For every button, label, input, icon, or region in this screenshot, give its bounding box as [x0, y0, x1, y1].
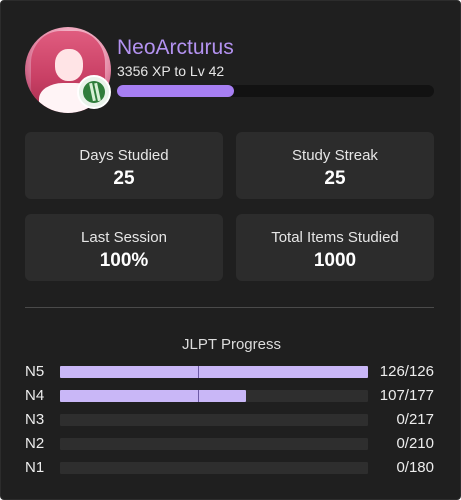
- stat-value: 100%: [99, 250, 149, 271]
- stat-label: Total Items Studied: [271, 229, 399, 246]
- jlpt-count: 126/126: [379, 363, 434, 380]
- stat-label: Study Streak: [292, 147, 378, 164]
- jlpt-progress-track: [60, 366, 368, 378]
- jlpt-count: 0/217: [396, 411, 434, 428]
- jlpt-row-n4: N4 107/177: [25, 387, 434, 405]
- jlpt-progress-tick: [198, 366, 199, 378]
- stat-value: 25: [324, 168, 346, 189]
- stat-last-session: Last Session 100%: [25, 214, 223, 281]
- stat-value: 25: [113, 168, 135, 189]
- jlpt-progress-track: [60, 390, 368, 402]
- jlpt-row-n3: N3 0/217: [25, 411, 434, 429]
- xp-to-next-level: 3356 XP to Lv 42: [117, 63, 225, 79]
- jlpt-row-n5: N5 126/126: [25, 363, 434, 381]
- stat-label: Last Session: [81, 229, 167, 246]
- stat-days-studied: Days Studied 25: [25, 132, 223, 199]
- jlpt-progress-title: JLPT Progress: [182, 336, 281, 353]
- jlpt-level-label: N5: [25, 363, 45, 380]
- jlpt-progress-track: [60, 438, 368, 450]
- stat-value: 1000: [313, 250, 357, 271]
- jlpt-progress-fill: [60, 390, 247, 402]
- jlpt-row-n1: N1 0/180: [25, 459, 434, 477]
- jlpt-count: 0/180: [396, 459, 434, 476]
- stat-label: Days Studied: [79, 147, 169, 164]
- jlpt-row-n2: N2 0/210: [25, 435, 434, 453]
- jlpt-progress-track: [60, 462, 368, 474]
- stat-total-items: Total Items Studied 1000: [236, 214, 434, 281]
- divider: [25, 307, 434, 308]
- jlpt-count: 0/210: [396, 435, 434, 452]
- jlpt-progress-track: [60, 414, 368, 426]
- jlpt-count: 107/177: [379, 387, 434, 404]
- jlpt-level-label: N4: [25, 387, 45, 404]
- stat-study-streak: Study Streak 25: [236, 132, 434, 199]
- level-badge-icon: [77, 75, 111, 109]
- jlpt-level-label: N1: [25, 459, 45, 476]
- level-progress-bar: [117, 85, 434, 97]
- profile-card: NeoArcturus 3356 XP to Lv 42 Days Studie…: [0, 0, 461, 500]
- level-progress-fill: [117, 85, 235, 97]
- username[interactable]: NeoArcturus: [117, 37, 234, 58]
- jlpt-progress-fill: [60, 366, 368, 378]
- jlpt-level-label: N2: [25, 435, 45, 452]
- jlpt-level-label: N3: [25, 411, 45, 428]
- avatar-face: [55, 49, 83, 81]
- jlpt-progress-tick: [198, 390, 199, 402]
